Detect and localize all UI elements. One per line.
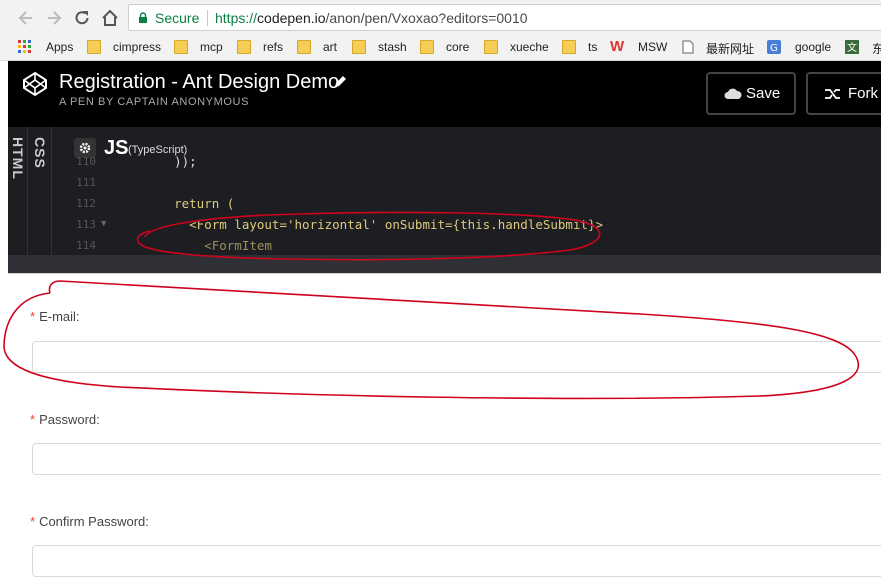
- forward-icon[interactable]: [44, 8, 64, 28]
- bookmark-label: art: [323, 40, 338, 54]
- preview-pane: * E-mail: * Password: * Confirm Password:: [8, 273, 881, 577]
- folder-icon: [174, 40, 188, 54]
- codepen-header: Registration - Ant Design Demo A PEN BY …: [8, 61, 881, 127]
- fork-button[interactable]: Fork: [806, 72, 881, 115]
- folder-icon: [297, 40, 311, 54]
- line-number: 111: [76, 176, 96, 189]
- browser-toolbar: Secure https://codepen.io/anon/pen/Vxoxa…: [0, 0, 881, 36]
- folder-icon: [87, 40, 101, 54]
- cloud-icon: [724, 88, 742, 99]
- tab-css-label: CSS: [32, 137, 48, 169]
- pencil-icon[interactable]: [333, 75, 347, 89]
- code-line: 111: [68, 174, 881, 195]
- code-editor: HTML CSS JS (TypeScript) 110 )); 111 112…: [8, 127, 881, 273]
- confirm-password-field[interactable]: [32, 545, 881, 577]
- address-divider: [207, 10, 208, 26]
- folder-icon: [484, 40, 498, 54]
- bookmark-label: refs: [263, 40, 284, 54]
- line-number: 112: [76, 197, 96, 210]
- bookmark-label: 东: [872, 42, 881, 56]
- code-text: return (: [144, 196, 235, 211]
- reload-icon[interactable]: [72, 8, 92, 28]
- svg-text:文: 文: [847, 41, 857, 54]
- line-number: 114: [76, 239, 96, 252]
- bookmark-label: 最新网址: [706, 42, 755, 56]
- back-icon[interactable]: [16, 8, 36, 28]
- bookmark-label: stash: [378, 40, 407, 54]
- password-label-text: Password: [39, 412, 97, 427]
- google-translate-icon: G: [767, 40, 781, 54]
- wen-icon: 文: [845, 40, 859, 54]
- bookmark-label: cimpress: [113, 40, 162, 54]
- w-logo-icon: W: [610, 38, 625, 55]
- email-field[interactable]: [32, 341, 881, 373]
- bookmark-label: xueche: [510, 40, 549, 54]
- email-label-text: E-mail: [39, 309, 76, 324]
- required-mark: *: [30, 412, 36, 427]
- editor-resize-bar[interactable]: [8, 255, 881, 273]
- lock-icon: [139, 12, 147, 23]
- codepen-logo-icon[interactable]: [22, 71, 48, 97]
- code-text: ));: [144, 154, 197, 169]
- required-mark: *: [30, 309, 36, 324]
- pen-author: A PEN BY CAPTAIN ANONYMOUS: [59, 96, 250, 108]
- url-text: https://codepen.io/anon/pen/Vxoxao?edito…: [215, 10, 528, 26]
- confirm-password-label-text: Confirm Password: [39, 514, 146, 529]
- secure-label: Secure: [155, 10, 200, 26]
- tab-html[interactable]: HTML: [8, 127, 28, 273]
- url-path: /anon/pen/Vxoxao?editors=0010: [325, 10, 528, 26]
- code-line: 112 return (: [68, 195, 881, 216]
- folder-icon: [352, 40, 366, 54]
- tab-css[interactable]: CSS: [28, 127, 52, 273]
- email-label: * E-mail:: [30, 309, 80, 324]
- save-button[interactable]: Save: [706, 72, 796, 115]
- line-number: 110: [76, 155, 96, 168]
- bookmark-label: ts: [588, 40, 598, 54]
- bookmark-label: MSW: [638, 40, 668, 54]
- js-panel: JS (TypeScript) 110 )); 111 112 return (…: [68, 127, 881, 273]
- address-bar[interactable]: Secure https://codepen.io/anon/pen/Vxoxa…: [128, 4, 881, 31]
- bookmark-label: google: [795, 40, 832, 54]
- folder-icon: [562, 40, 576, 54]
- home-icon[interactable]: [100, 8, 120, 28]
- folder-icon: [237, 40, 251, 54]
- password-field[interactable]: [32, 443, 881, 475]
- folder-icon: [420, 40, 434, 54]
- url-scheme: https://: [215, 10, 258, 26]
- tab-html-label: HTML: [10, 137, 26, 180]
- bookmarks-bar: Apps cimpress mcp refs art stash core xu…: [0, 36, 881, 61]
- pen-title[interactable]: Registration - Ant Design Demo: [59, 71, 339, 94]
- code-line: 113 ▼ <Form layout='horizontal' onSubmit…: [68, 216, 881, 237]
- fold-arrow-icon[interactable]: ▼: [101, 219, 106, 229]
- bookmark-label: Apps: [46, 40, 74, 54]
- fork-label: Fork: [848, 85, 878, 102]
- bookmark-label: mcp: [200, 40, 223, 54]
- page-icon: [682, 40, 694, 54]
- code-text: <FormItem: [144, 238, 272, 253]
- svg-text:G: G: [770, 43, 778, 54]
- line-number: 113: [76, 218, 96, 231]
- bookmark-label: core: [446, 40, 470, 54]
- confirm-password-label: * Confirm Password:: [30, 514, 149, 529]
- save-label: Save: [746, 85, 781, 102]
- code-line: 110 ));: [68, 153, 881, 174]
- url-host: codepen.io: [257, 10, 326, 26]
- required-mark: *: [30, 514, 36, 529]
- fork-icon: [825, 89, 840, 99]
- code-text: <Form layout='horizontal' onSubmit={this…: [144, 217, 604, 232]
- password-label: * Password:: [30, 412, 100, 427]
- apps-grid-icon: [18, 40, 31, 53]
